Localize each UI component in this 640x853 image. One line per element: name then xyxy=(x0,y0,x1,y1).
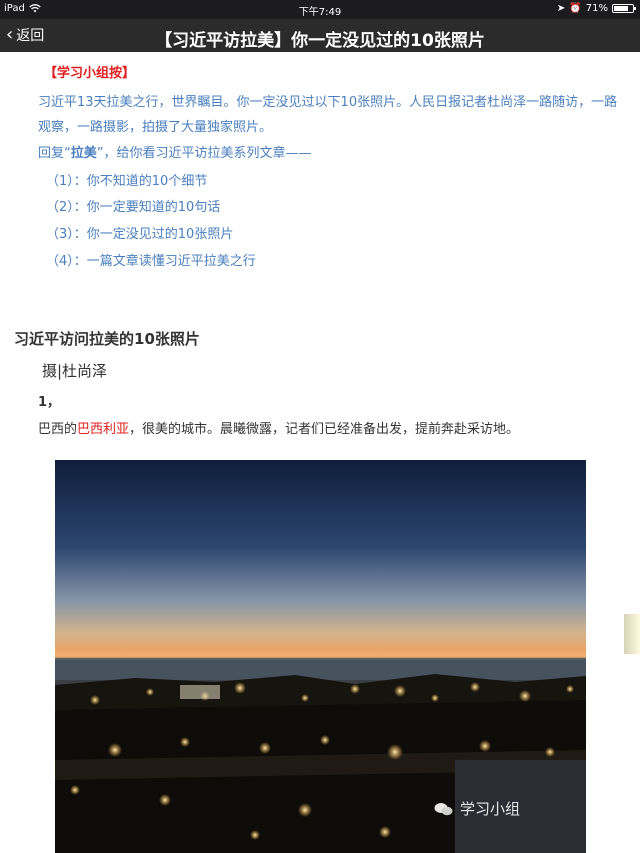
photo-number: 1， xyxy=(38,395,61,410)
chevron-left-icon: ‹ xyxy=(6,24,14,45)
alarm-icon: ⏰ xyxy=(569,3,582,14)
location-icon: ➤ xyxy=(556,3,566,14)
status-bar: iPad 下午7:49 ➤ ⏰ 71% xyxy=(0,0,640,19)
reply-prefix: 回复“ xyxy=(38,146,71,161)
intro-paragraph: 习近平13天拉美之行，世界瞩目。你一定没见过以下10张照片。人民日报记者杜尚泽一… xyxy=(38,90,618,140)
series-link-4[interactable]: （4）：一篇文章读懂习近平拉美之行 xyxy=(46,250,256,269)
back-label: 返回 xyxy=(16,28,45,44)
watermark-text: 学习小组 xyxy=(459,800,520,818)
battery-icon xyxy=(612,4,636,13)
series-link-1[interactable]: （1）：你不知道的10个细节 xyxy=(46,170,207,189)
back-button[interactable]: ‹ 返回 xyxy=(6,25,44,45)
series-link-3[interactable]: （3）：你一定没见过的10张照片 xyxy=(46,223,233,242)
photo-caption: 巴西的巴西利亚，很美的城市。晨曦微露，记者们已经准备出发，提前奔赴采访地。 xyxy=(38,418,519,437)
intro-text: 习近平13天拉美之行，世界瞩目。你一定没见过以下10张照片。人民日报记者杜尚泽一… xyxy=(38,95,618,135)
status-right: ➤ ⏰ 71% xyxy=(556,3,636,14)
caption-suffix: ，很美的城市。晨曦微露，记者们已经准备出发，提前奔赴采访地。 xyxy=(129,422,520,437)
caption-prefix: 巴西的 xyxy=(38,422,78,437)
page-title: 【习近平访拉美】你一定没见过的10张照片 xyxy=(155,31,485,51)
photo-credit: 摄|杜尚泽 xyxy=(42,362,108,380)
article-heading: 习近平访问拉美的10张照片 xyxy=(14,330,200,348)
status-time: 下午7:49 xyxy=(298,7,342,18)
series-link-2[interactable]: （2）：你一定要知道的10句话 xyxy=(46,196,220,215)
wechat-icon xyxy=(434,802,453,815)
editor-note-tag: 【学习小组按】 xyxy=(44,66,136,81)
nav-bar: ‹ 返回 【习近平访拉美】你一定没见过的10张照片 xyxy=(0,19,640,52)
sunrise-city-photo[interactable]: 学习小组 xyxy=(55,460,586,853)
reply-keyword: 拉美 xyxy=(70,146,97,161)
caption-place: 巴西利亚 xyxy=(77,422,130,437)
reply-suffix: ”，给你看习近平访拉美系列文章—— xyxy=(96,146,312,161)
reply-prompt: 回复“拉美”，给你看习近平访拉美系列文章—— xyxy=(38,142,312,161)
battery-percent: 71% xyxy=(585,3,608,14)
photo-illustration xyxy=(55,460,586,853)
light-fragment xyxy=(624,614,640,654)
watermark: 学习小组 xyxy=(434,798,520,819)
